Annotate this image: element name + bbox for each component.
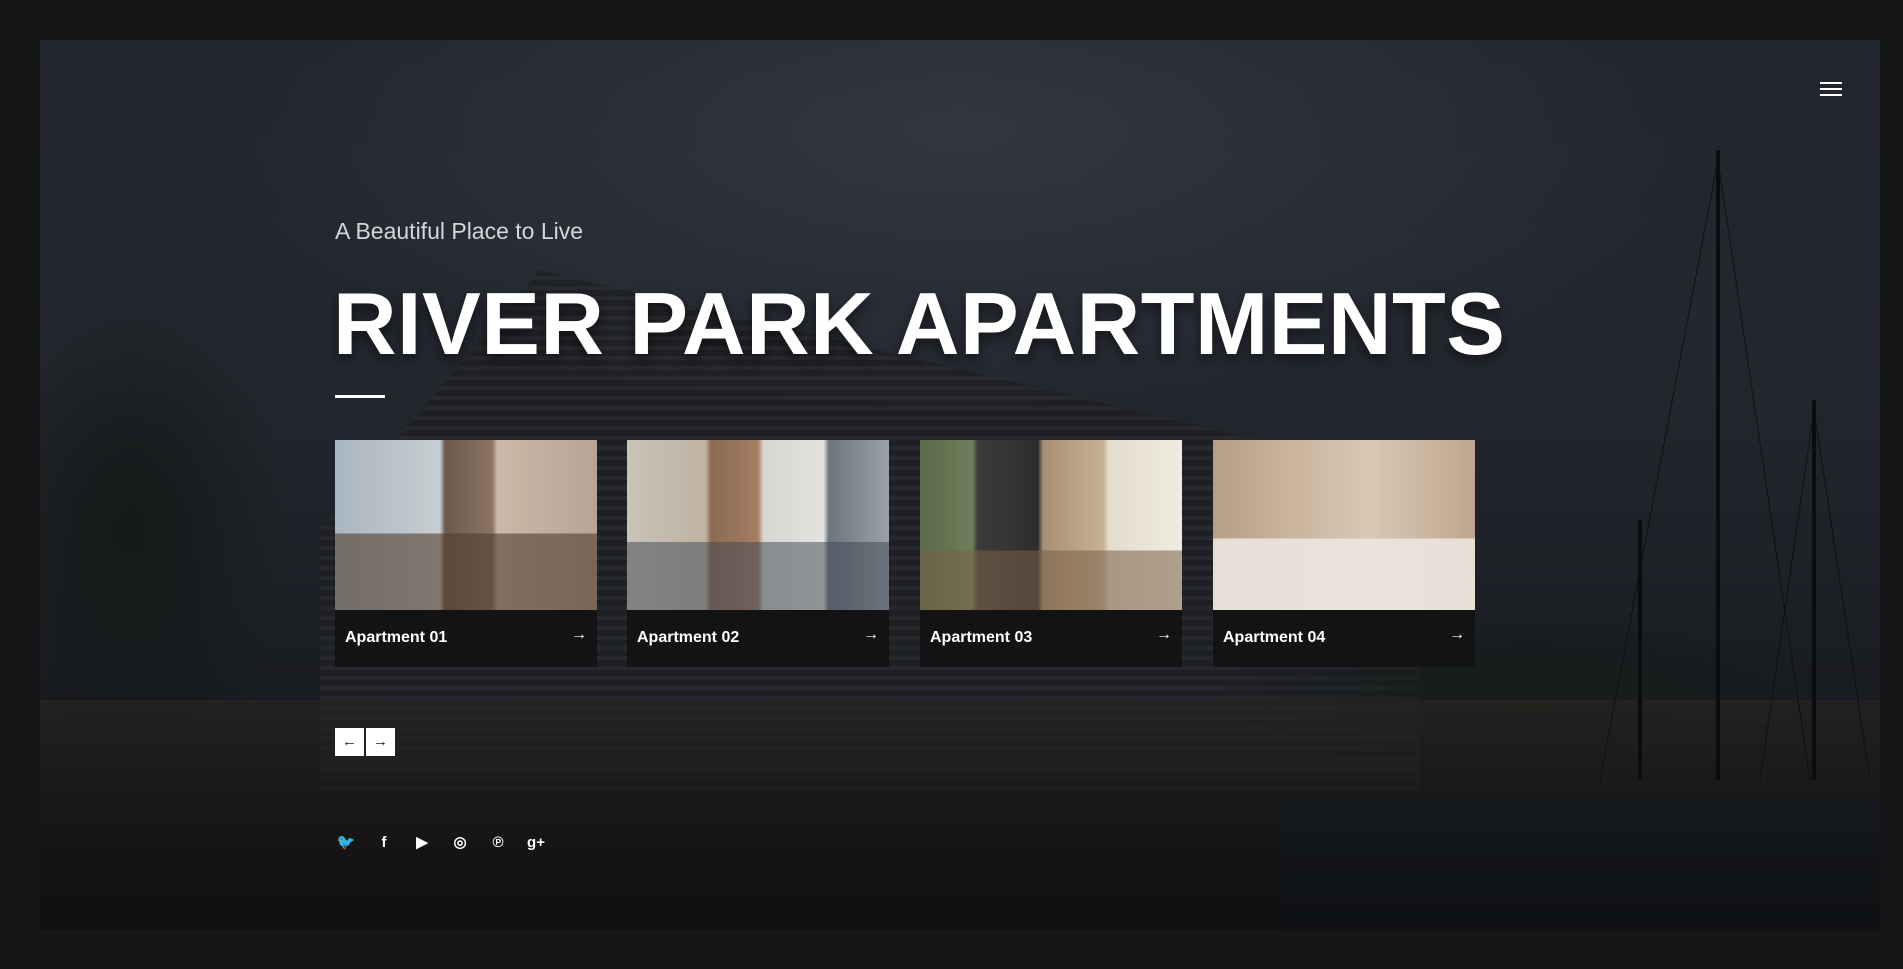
- instagram-icon[interactable]: ◎: [449, 833, 471, 853]
- arrow-right-icon[interactable]: →: [571, 626, 587, 644]
- hero-subtitle: A Beautiful Place to Live: [335, 218, 584, 244]
- carousel-prev-button[interactable]: ←: [335, 728, 364, 756]
- pinterest-icon[interactable]: ℗: [487, 833, 509, 853]
- arrow-right-icon[interactable]: →: [1156, 626, 1172, 644]
- apartment-card-03[interactable]: Apartment 03 →: [920, 440, 1182, 667]
- apartment-01-label: Apartment 01: [345, 629, 448, 646]
- hero-title: RIVER PARK APARTMENTS: [333, 274, 1506, 373]
- apartment-card-bar: Apartment 01 →: [335, 610, 597, 667]
- carousel-next-button[interactable]: →: [366, 728, 395, 756]
- twitter-icon[interactable]: 🐦: [335, 833, 357, 853]
- title-divider: [335, 395, 385, 398]
- apartment-card-02[interactable]: Apartment 02 →: [627, 440, 889, 667]
- apartment-card-bar: Apartment 02 →: [627, 610, 889, 667]
- apartment-02-label: Apartment 02: [637, 629, 740, 646]
- apartment-04-label: Apartment 04: [1223, 629, 1326, 646]
- youtube-icon[interactable]: ▶: [411, 833, 433, 853]
- hamburger-menu-icon[interactable]: [1820, 78, 1842, 98]
- apartment-02-image: [627, 440, 889, 610]
- apartment-card-bar: Apartment 03 →: [920, 610, 1182, 667]
- google-plus-icon[interactable]: g+: [525, 833, 547, 853]
- apartment-card-bar: Apartment 04 →: [1213, 610, 1475, 667]
- apartment-04-image: [1213, 440, 1475, 610]
- arrow-right-icon[interactable]: →: [1449, 626, 1465, 644]
- apartment-card-01[interactable]: Apartment 01 →: [335, 440, 597, 667]
- apartment-03-image: [920, 440, 1182, 610]
- apartment-03-label: Apartment 03: [930, 629, 1033, 646]
- arrow-right-icon[interactable]: →: [863, 626, 879, 644]
- facebook-icon[interactable]: f: [373, 833, 395, 853]
- apartment-card-04[interactable]: Apartment 04 →: [1213, 440, 1475, 667]
- apartment-01-image: [335, 440, 597, 610]
- apartment-carousel: Apartment 01 → Apartment 02 → Apartment …: [335, 440, 1475, 667]
